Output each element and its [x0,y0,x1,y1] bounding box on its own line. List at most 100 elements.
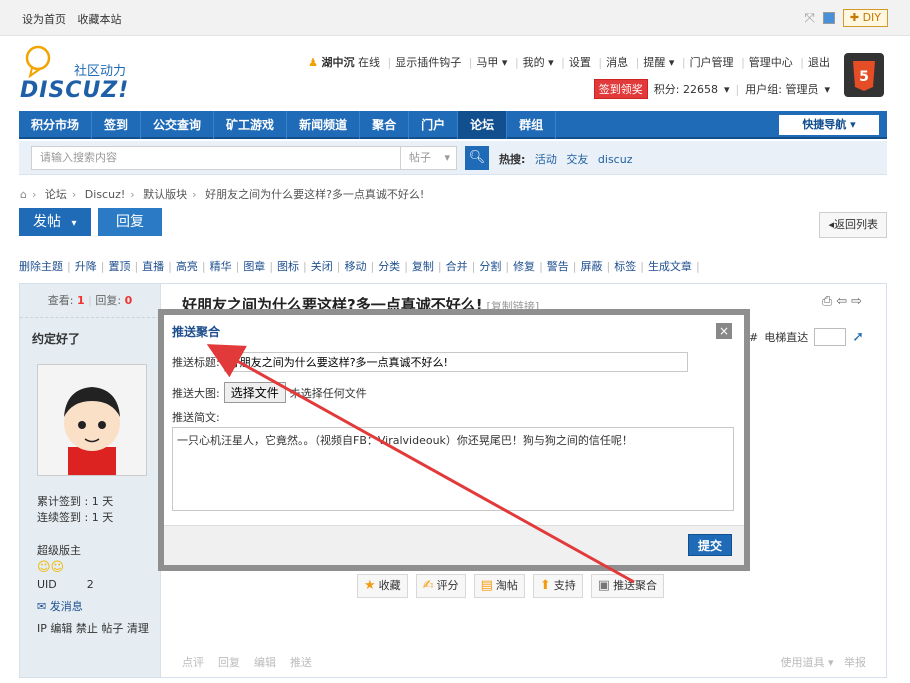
breadcrumb-thread[interactable]: 好朋友之间为什么要这样?多一点真诚不好么! [205,188,424,201]
mod-action[interactable]: 移动 [344,260,366,273]
userbar-logout[interactable]: 退出 [808,56,830,69]
mod-action[interactable]: 标签 [614,260,636,273]
floor-jump-label: 电梯直达 [764,331,809,344]
userbar-plugin-hooks[interactable]: 显示插件钩子 [395,56,461,69]
mod-action[interactable]: 删除主题 [19,260,63,273]
mod-action[interactable]: 警告 [547,260,569,273]
submit-button[interactable]: 提交 [688,534,732,556]
nav-item-news[interactable]: 新闻频道 [287,111,361,139]
close-icon[interactable]: × [716,323,732,339]
userbar-messages[interactable]: 消息 [606,56,628,69]
new-post-button[interactable]: 发帖 ▾ [19,208,91,236]
use-item-link[interactable]: 使用道具 [780,656,824,669]
post-bottom-bar: 点评 回复 编辑 推送 [182,654,312,670]
quick-nav-button[interactable]: 快捷导航 ▾ [779,115,879,135]
separator: | [695,260,700,273]
choose-file-button[interactable]: 选择文件 [223,382,286,403]
set-home-link[interactable]: 设为首页 [22,13,66,26]
online-status[interactable]: 在线 [358,56,380,69]
hot-search-item[interactable]: 活动 [535,153,557,166]
diy-button[interactable]: ✚ DIY [842,9,888,27]
reply-button[interactable]: 回复 [98,208,162,236]
mod-action[interactable]: 生成文章 [648,260,692,273]
rate-button[interactable]: ✍ 评分 [415,574,466,598]
thread-stats: 查看: 1 | 回复: 0 [20,284,160,318]
nav-item-groups[interactable]: 群组 [507,111,557,139]
mod-action[interactable]: 精华 [210,260,232,273]
mod-action[interactable]: 高亮 [176,260,198,273]
collect-button[interactable]: ▤ 淘帖 [473,574,525,598]
mod-action[interactable]: 图标 [277,260,299,273]
push-link[interactable]: 推送 [290,656,312,669]
post-author[interactable]: 约定好了 [32,330,80,347]
push-title-row: 推送标题: [172,352,688,372]
report-link[interactable]: 举报 [844,656,866,669]
reply-link[interactable]: 回复 [218,656,240,669]
site-logo[interactable]: 社区动力 DISCUZ! [18,44,148,103]
author-role[interactable]: 超级版主 [37,540,149,562]
mod-action[interactable]: 分类 [378,260,400,273]
points-display[interactable]: 积分: 22658 [654,81,718,97]
username-link[interactable]: 湖中沉 [321,56,354,69]
userbar-mine[interactable]: 我的 [523,56,545,69]
favorite-button[interactable]: ★ 收藏 [357,574,408,598]
edit-link[interactable]: 编辑 [254,656,276,669]
nav-item-aggregate[interactable]: 聚合 [360,111,410,139]
search-input[interactable]: 请输入搜索内容 [31,146,401,170]
search-button[interactable]: 🔍︎ [465,146,489,170]
userbar-notify[interactable]: 提醒 [643,56,665,69]
push-aggregate-button[interactable]: ▣ 推送聚合 [590,574,665,598]
user-group[interactable]: 用户组: 管理员 [745,81,818,97]
theme-icon[interactable] [822,12,835,24]
sign-button[interactable]: 签到领奖 [593,79,648,99]
mod-action[interactable]: 置顶 [108,260,130,273]
push-summary-label: 推送简文: [172,411,220,424]
breadcrumb-board[interactable]: 默认版块 [143,188,187,201]
mod-action[interactable]: 分割 [479,260,501,273]
nav-item-signin[interactable]: 签到 [92,111,142,139]
uid-value[interactable]: 2 [87,578,94,591]
nav-item-forum[interactable]: 论坛 [458,111,508,139]
rate-label: 评分 [436,579,459,592]
nav-item-portal[interactable]: 门户 [409,111,459,139]
go-arrow-icon[interactable]: ➚ [852,329,864,345]
nav-item-bus[interactable]: 公交查询 [141,111,215,139]
nav-item-points-market[interactable]: 积分市场 [19,111,93,139]
fullscreen-icon[interactable]: ⤧ [804,11,814,26]
mod-action[interactable]: 合并 [446,260,468,273]
bookmark-link[interactable]: 收藏本站 [78,13,122,26]
userbar-vest[interactable]: 马甲 [476,56,498,69]
breadcrumb-forum[interactable]: 论坛 [45,188,67,201]
support-button[interactable]: ⬆ 支持 [532,574,583,598]
back-to-list-button[interactable]: ◂返回列表 [819,212,887,238]
breadcrumb-discuz[interactable]: Discuz! [85,188,125,201]
search-type-select[interactable]: 帖子 ▾ [401,146,457,170]
home-icon[interactable]: ⌂ [20,188,27,201]
push-title-input[interactable] [223,352,688,372]
admin-links[interactable]: IP 编辑 禁止 帖子 清理 [37,618,149,640]
mod-action[interactable]: 升降 [75,260,97,273]
separator: | [370,260,375,273]
mod-action[interactable]: 图章 [243,260,265,273]
hot-search-item[interactable]: 交友 [566,153,588,166]
mod-action[interactable]: 直播 [142,260,164,273]
userbar-settings[interactable]: 设置 [569,56,591,69]
hot-search-item[interactable]: discuz [598,153,633,166]
mod-action[interactable]: 关闭 [311,260,333,273]
separator: | [235,260,240,273]
userbar-admin-center[interactable]: 管理中心 [749,56,793,69]
push-summary-textarea[interactable]: 一只心机汪星人，它竟然。。（视频自FB：Viralvideouk）你还晃尾巴！狗… [172,427,734,511]
userbar-portal-admin[interactable]: 门户管理 [690,56,734,69]
separator: | [471,260,476,273]
mod-action[interactable]: 屏蔽 [581,260,603,273]
diy-label: DIY [862,11,881,24]
send-message-link[interactable]: ✉ 发消息 [37,596,149,618]
mod-action[interactable]: 复制 [412,260,434,273]
print-nav-icons[interactable]: ⎙⇦⇨ [822,294,866,309]
mod-action[interactable]: 修复 [513,260,535,273]
search-type-label: 帖子 [409,151,431,164]
comment-link[interactable]: 点评 [182,656,204,669]
floor-jump-input[interactable] [814,328,847,346]
nav-item-miner-game[interactable]: 矿工游戏 [214,111,288,139]
avatar[interactable] [37,364,147,476]
